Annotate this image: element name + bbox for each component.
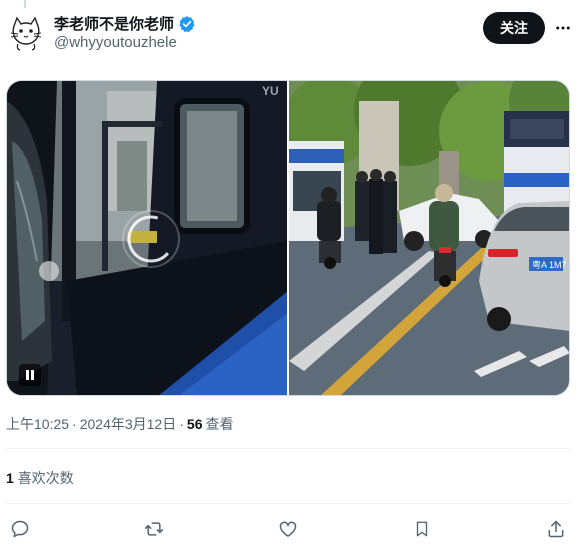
bookmark-icon[interactable] (409, 516, 435, 542)
bus-interior-video-frame: YU (7, 81, 287, 395)
share-icon[interactable] (543, 516, 569, 542)
avatar[interactable] (6, 12, 46, 52)
likes-summary[interactable]: 1 喜欢次数 (6, 468, 74, 488)
like-icon[interactable] (275, 516, 301, 542)
street-accident-image: 粤A 1M7 (289, 81, 569, 395)
license-plate-text: 粤A 1M7 (532, 259, 567, 270)
more-horizontal-icon[interactable] (553, 18, 573, 38)
meta-separator: · (72, 416, 77, 432)
tweet-time[interactable]: 上午10:25 (6, 414, 69, 434)
likes-count: 1 (6, 470, 14, 486)
divider-bottom (6, 503, 570, 504)
meta-separator-2: · (179, 416, 184, 432)
tweet-date[interactable]: 2024年3月12日 (80, 414, 177, 434)
views-label: 查看 (205, 416, 234, 432)
tweet-meta: 上午10:25 · 2024年3月12日 · 56 查看 (6, 414, 233, 434)
reply-icon[interactable] (7, 516, 33, 542)
likes-label: 喜欢次数 (17, 470, 74, 486)
divider-top (6, 448, 570, 449)
follow-button[interactable]: 关注 (483, 12, 545, 44)
author-name-row: 李老师不是你老师 (54, 13, 196, 34)
bus-sign-text: YU (262, 84, 279, 98)
accident-photo[interactable]: 粤A 1M7 (289, 81, 569, 395)
views-count: 56 (186, 416, 203, 432)
tweet-media: YU 粤A 1M7 (6, 80, 570, 396)
verified-badge-icon (178, 15, 196, 33)
cat-sketch-avatar-icon (6, 12, 46, 52)
thread-connector-line (24, 0, 26, 8)
tweet-header: 李老师不是你老师 @whyyoutouzhele 关注 (6, 10, 580, 54)
author-handle[interactable]: @whyyoutouzhele (54, 34, 177, 51)
pause-icon[interactable] (19, 364, 41, 386)
retweet-icon[interactable] (141, 516, 167, 542)
tweet-actions-bar (0, 516, 586, 542)
video-thumbnail[interactable]: YU (7, 81, 287, 395)
author-display-name[interactable]: 李老师不是你老师 (54, 13, 174, 34)
